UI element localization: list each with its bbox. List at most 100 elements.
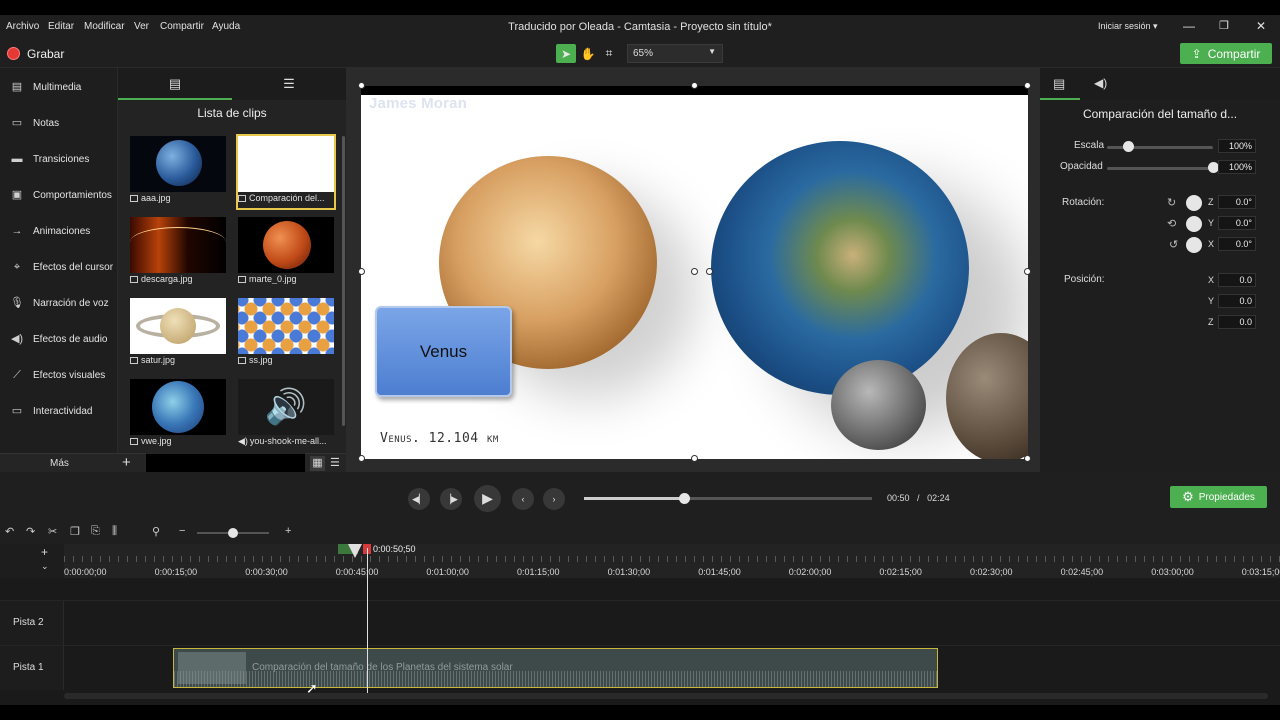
audio-icon: ◀)	[238, 436, 248, 446]
position-label: Posición:	[1064, 274, 1105, 285]
rotation-x-field[interactable]: 0.0°	[1218, 237, 1256, 251]
playhead-marker[interactable]	[338, 544, 372, 558]
record-icon[interactable]	[7, 47, 20, 60]
list-view-icon[interactable]: ☰	[330, 456, 340, 469]
sidebar-item-transiciones[interactable]: ▬ Transiciones	[0, 141, 118, 177]
image-icon	[238, 357, 246, 364]
resize-handle[interactable]	[358, 82, 365, 89]
minimize-icon[interactable]: —	[1183, 19, 1195, 33]
grid-view-icon[interactable]: ▦	[310, 456, 325, 471]
signin-link[interactable]: Iniciar sesión ▾	[1098, 21, 1158, 32]
add-track-icon[interactable]: +	[41, 545, 48, 559]
zoom-select[interactable]: 65% ▼	[627, 44, 723, 63]
rotation-z-field[interactable]: 0.0°	[1218, 195, 1256, 209]
record-button[interactable]: Grabar	[27, 47, 64, 61]
more-button[interactable]: Más	[50, 458, 69, 469]
sidebar-item-multimedia[interactable]: ▤ Multimedia	[0, 69, 118, 105]
crop-tool-icon[interactable]: ⌗	[599, 44, 619, 63]
sidebar-item-efectos-audio[interactable]: ◀) Efectos de audio	[0, 321, 118, 357]
tab-library[interactable]: ☰	[232, 68, 346, 100]
paste-icon[interactable]: ⎘	[91, 525, 100, 538]
rotation-x-dial[interactable]	[1186, 237, 1202, 253]
position-z-field[interactable]: 0.0	[1218, 315, 1256, 329]
moon-planet	[831, 360, 926, 450]
scrub-track[interactable]	[584, 497, 872, 500]
pointer-tool-icon[interactable]: ➤	[556, 44, 576, 63]
previous-icon[interactable]: ‹	[512, 488, 534, 510]
timeline-zoom-knob[interactable]	[228, 528, 238, 538]
opacity-slider[interactable]	[1107, 167, 1213, 170]
opacity-slider-knob[interactable]	[1207, 162, 1219, 173]
sidebar-item-notas[interactable]: ▭ Notas	[0, 105, 118, 141]
sidebar-item-efectos-cursor[interactable]: ⌖ Efectos del cursor	[0, 249, 118, 285]
film-icon[interactable]: ▤	[1053, 76, 1065, 92]
time-ruler[interactable]: 0:00:00;00 0:00:15;00 0:00:30;00 0:00:45;00…	[64, 544, 1280, 578]
timeline-scrollbar[interactable]	[64, 693, 1268, 699]
resize-handle[interactable]	[691, 455, 698, 462]
restore-icon[interactable]: ❐	[1219, 19, 1229, 32]
step-forward-icon[interactable]: ▕▶	[440, 488, 462, 510]
scale-slider-knob[interactable]	[1122, 141, 1134, 152]
zoom-icon[interactable]: ⚲	[152, 525, 160, 538]
copy-icon[interactable]: ❐	[70, 525, 80, 538]
sidebar-item-efectos-visuales[interactable]: ⟋ Efectos visuales	[0, 357, 118, 393]
clip-item[interactable]: marte_0.jpg	[238, 217, 334, 289]
rotate-handle[interactable]	[691, 268, 698, 275]
ruler-tick-label: 0:01:00;00	[426, 567, 469, 577]
redo-icon[interactable]: ↷	[26, 525, 35, 538]
sidebar-item-narracion[interactable]: 🎙 Narración de voz	[0, 285, 118, 321]
timeline-group-clip[interactable]: Comparación del tamaño de los Planetas d…	[173, 648, 938, 688]
resize-handle[interactable]	[691, 82, 698, 89]
resize-handle[interactable]	[1024, 82, 1031, 89]
tab-clip-bin[interactable]: ▤	[118, 68, 232, 100]
zoom-out-icon[interactable]: −	[179, 525, 185, 537]
next-icon[interactable]: ›	[543, 488, 565, 510]
zoom-in-icon[interactable]: +	[285, 525, 291, 537]
clip-item-selected[interactable]: Comparación del...	[236, 134, 336, 210]
play-icon[interactable]: ▶	[474, 485, 501, 512]
tools-sidebar: ▤ Multimedia ▭ Notas ▬ Transiciones ▣ Co…	[0, 68, 118, 454]
playhead-time: 0:00:50;50	[373, 544, 416, 554]
split-icon[interactable]: ⫼	[112, 525, 117, 538]
resize-handle[interactable]	[358, 268, 365, 275]
rotation-y-dial[interactable]	[1186, 216, 1202, 232]
venus-callout[interactable]: Venus	[375, 306, 512, 397]
track-2[interactable]: Pista 2	[0, 600, 1280, 645]
cut-icon[interactable]: ✂	[48, 525, 57, 538]
properties-button[interactable]: ⚙ Propiedades	[1170, 486, 1267, 508]
resize-handle[interactable]	[358, 455, 365, 462]
scale-field[interactable]: 100%	[1218, 139, 1256, 153]
scrub-knob[interactable]	[678, 493, 690, 504]
image-icon	[130, 276, 138, 283]
opacity-field[interactable]: 100%	[1218, 160, 1256, 174]
clip-item[interactable]: ss.jpg	[238, 298, 334, 370]
clip-item[interactable]: vwe.jpg	[130, 379, 226, 451]
chevron-down-icon[interactable]: ⌄	[41, 561, 49, 572]
gear-icon: ⚙	[1182, 489, 1194, 504]
pan-tool-icon[interactable]: ✋	[578, 44, 598, 63]
plus-icon[interactable]: +	[122, 454, 131, 471]
clip-item[interactable]: descarga.jpg	[130, 217, 226, 289]
share-button[interactable]: ⇪ Compartir	[1180, 43, 1272, 64]
sidebar-item-animaciones[interactable]: → Animaciones	[0, 213, 118, 249]
clip-item[interactable]: aaa.jpg	[130, 136, 226, 208]
axis-y-label: Y	[1208, 296, 1215, 306]
close-icon[interactable]: ✕	[1256, 19, 1266, 33]
position-y-field[interactable]: 0.0	[1218, 294, 1256, 308]
ruler-tick-label: 0:01:45;00	[698, 567, 741, 577]
resize-handle[interactable]	[1024, 455, 1031, 462]
rotation-y-field[interactable]: 0.0°	[1218, 216, 1256, 230]
clip-thumbnail	[130, 298, 226, 354]
clip-item[interactable]: 🔊 ◀) you-shook-me-all...	[238, 379, 334, 451]
clips-scrollbar[interactable]	[342, 136, 345, 426]
rotate-handle[interactable]	[706, 268, 713, 275]
sidebar-item-interactividad[interactable]: ▭ Interactividad	[0, 393, 118, 429]
resize-handle[interactable]	[1024, 268, 1031, 275]
clip-item[interactable]: satur.jpg	[130, 298, 226, 370]
position-x-field[interactable]: 0.0	[1218, 273, 1256, 287]
step-back-icon[interactable]: ◀▏	[408, 488, 430, 510]
undo-icon[interactable]: ↶	[5, 525, 14, 538]
speaker-icon[interactable]: ◀)	[1094, 76, 1107, 90]
rotation-z-dial[interactable]	[1186, 195, 1202, 211]
sidebar-item-comportamientos[interactable]: ▣ Comportamientos	[0, 177, 118, 213]
